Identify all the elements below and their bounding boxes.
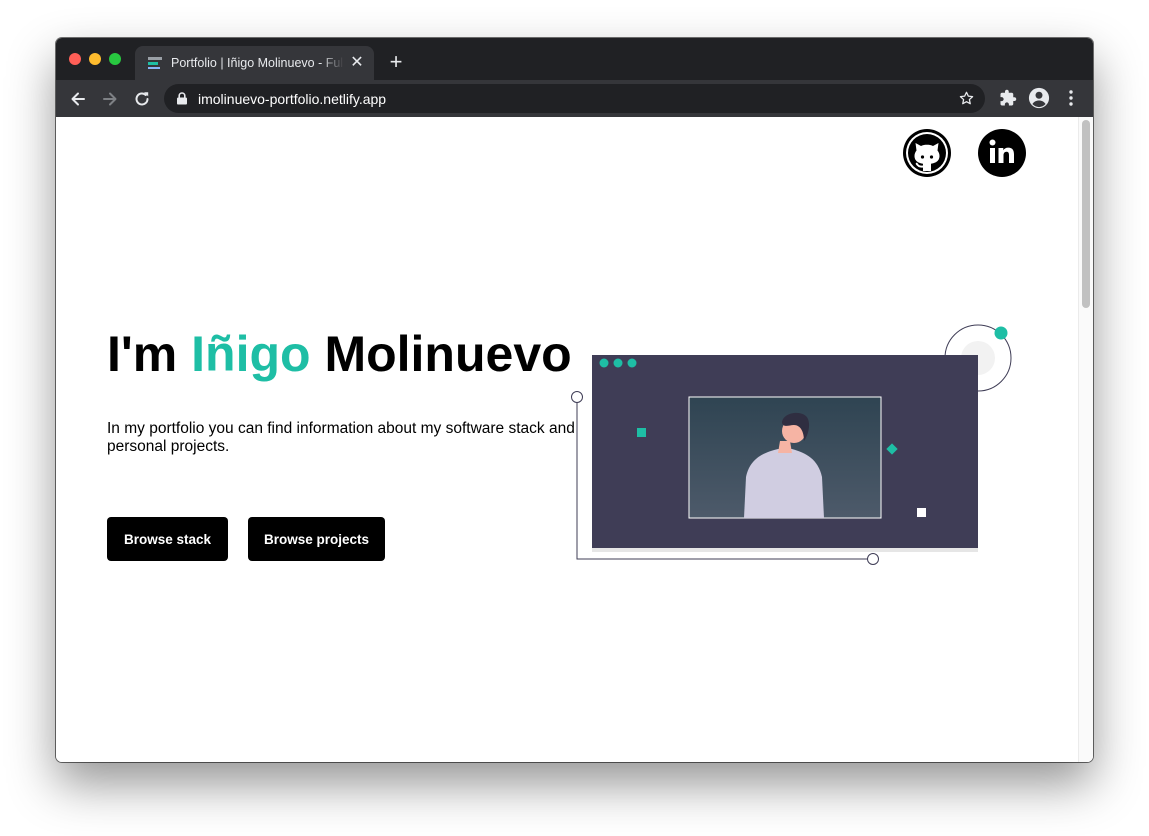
window-close-button[interactable] [69, 53, 81, 65]
bookmark-star-icon[interactable] [958, 90, 975, 107]
hero-title-highlight: Iñigo [191, 326, 311, 382]
url-text[interactable]: imolinuevo-portfolio.netlify.app [198, 91, 386, 107]
page-viewport: I'm Iñigo Molinuevo In my portfolio you … [56, 117, 1093, 762]
illustration-accent-dot [994, 326, 1008, 340]
browser-window: Portfolio | Iñigo Molinuevo - Full Stack… [56, 38, 1093, 762]
back-arrow-icon[interactable] [68, 89, 88, 109]
tab-title: Portfolio | Iñigo Molinuevo - Full Stack… [171, 56, 344, 70]
forward-arrow-icon[interactable] [100, 89, 120, 109]
github-link[interactable] [902, 128, 952, 178]
linkedin-icon [978, 129, 1026, 177]
hero-description: In my portfolio you can find information… [107, 420, 575, 455]
window-maximize-button[interactable] [109, 53, 121, 65]
github-icon [903, 129, 951, 177]
browser-titlebar: Portfolio | Iñigo Molinuevo - Full Stack… [56, 38, 1093, 80]
kebab-menu-icon[interactable] [1062, 89, 1080, 107]
lock-icon [177, 92, 187, 105]
address-bar[interactable]: imolinuevo-portfolio.netlify.app [164, 84, 985, 113]
hero-title-suffix: Molinuevo [310, 326, 572, 382]
developer-profile-illustration [571, 324, 1012, 565]
reload-icon[interactable] [132, 89, 152, 109]
page-scrollbar[interactable] [1078, 117, 1093, 762]
browser-toolbar: imolinuevo-portfolio.netlify.app [56, 80, 1093, 117]
window-minimize-button[interactable] [89, 53, 101, 65]
browse-projects-button[interactable]: Browse projects [248, 517, 385, 561]
favicon-icon [148, 57, 162, 69]
browser-tab-active[interactable]: Portfolio | Iñigo Molinuevo - Full Stack… [135, 46, 374, 80]
extensions-puzzle-icon[interactable] [999, 89, 1017, 107]
profile-avatar-icon[interactable] [1028, 87, 1050, 109]
hero-title: I'm Iñigo Molinuevo [107, 325, 572, 383]
browse-stack-button[interactable]: Browse stack [107, 517, 228, 561]
new-tab-button[interactable]: + [386, 51, 406, 73]
tab-close-icon[interactable]: ✕ [350, 55, 364, 71]
illustration-person-frame [688, 396, 882, 519]
hero-title-prefix: I'm [107, 326, 192, 382]
linkedin-link[interactable] [977, 128, 1027, 178]
scrollbar-thumb[interactable] [1082, 120, 1090, 308]
